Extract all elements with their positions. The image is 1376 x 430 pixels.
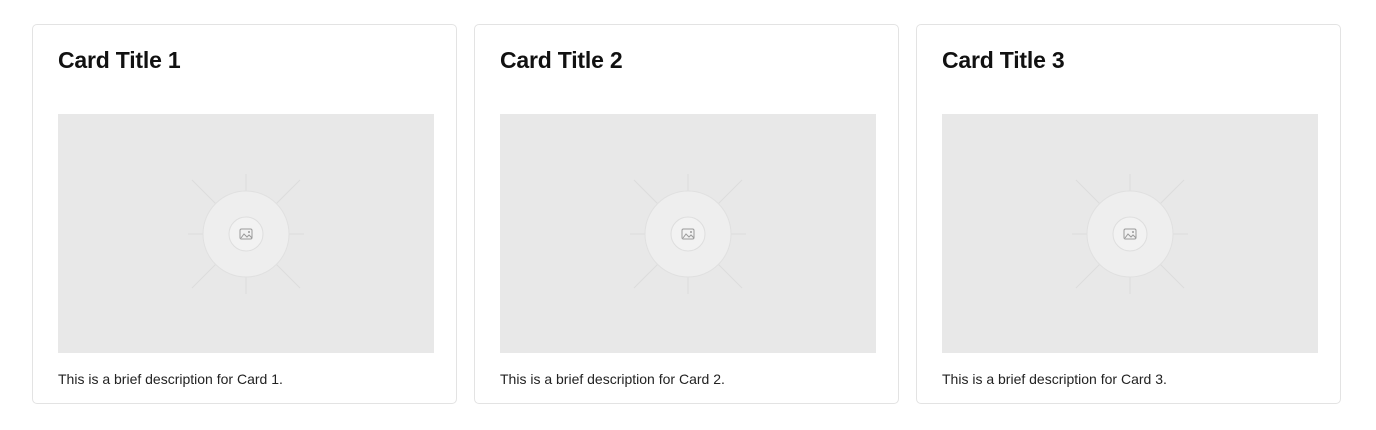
- card-description: This is a brief description for Card 3.: [942, 371, 1167, 387]
- card-image-placeholder: [58, 114, 434, 353]
- card-description: This is a brief description for Card 1.: [58, 371, 283, 387]
- card-title: Card Title 1: [58, 47, 181, 73]
- image-placeholder-icon: [1072, 174, 1188, 294]
- card-title: Card Title 2: [500, 47, 623, 73]
- image-placeholder-icon: [188, 174, 304, 294]
- card-image-placeholder: [500, 114, 876, 353]
- card-2[interactable]: Card Title 2 This is a brief description…: [474, 24, 899, 404]
- card-description: This is a brief description for Card 2.: [500, 371, 725, 387]
- card-image-placeholder: [942, 114, 1318, 353]
- image-placeholder-icon: [630, 174, 746, 294]
- card-title: Card Title 3: [942, 47, 1065, 73]
- card-3[interactable]: Card Title 3 This is a brief description…: [916, 24, 1341, 404]
- card-1[interactable]: Card Title 1 This is a brief description…: [32, 24, 457, 404]
- card-list: Card Title 1 This is a brief description…: [32, 24, 1341, 404]
